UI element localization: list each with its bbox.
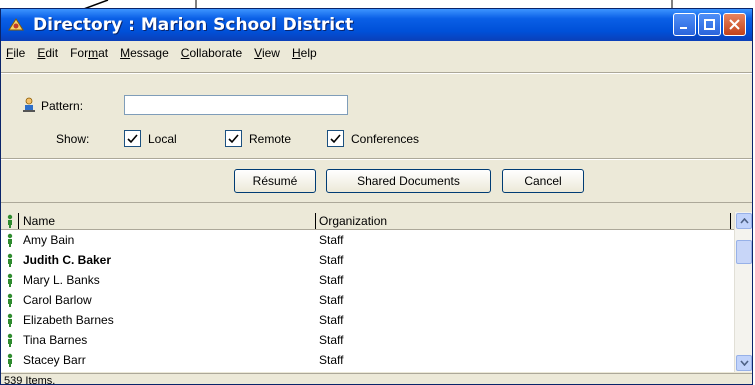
chevron-up-icon (739, 218, 749, 224)
list-item[interactable]: Judith C. Baker Staff (1, 250, 734, 270)
close-button[interactable] (723, 13, 746, 36)
resume-button[interactable]: Résumé (234, 169, 316, 193)
vertical-scrollbar[interactable] (734, 212, 752, 372)
conferences-checkbox[interactable]: Conferences (327, 130, 419, 147)
column-header-name[interactable]: Name (23, 212, 55, 229)
person-icon (7, 233, 13, 247)
menu-format[interactable]: Format (69, 46, 109, 60)
person-icon (7, 273, 13, 287)
menu-help[interactable]: Help (291, 46, 318, 60)
minimize-icon (680, 27, 687, 29)
person-icon (7, 353, 13, 367)
list-item[interactable]: Amy Bain Staff (1, 230, 734, 250)
person-name: Stacey Barr (23, 353, 86, 367)
check-icon (330, 134, 341, 144)
person-name: Amy Bain (23, 233, 75, 247)
scroll-up-button[interactable] (736, 213, 752, 229)
directory-window: Directory : Marion School District File … (0, 8, 753, 385)
person-name: Carol Barlow (23, 293, 92, 307)
show-row: Show: Local Remote Conferences (1, 128, 752, 150)
scroll-down-button[interactable] (736, 355, 752, 371)
menu-edit[interactable]: Edit (36, 46, 59, 60)
menu-file[interactable]: File (5, 46, 26, 60)
cancel-button[interactable]: Cancel (502, 169, 584, 193)
person-status-header-icon (7, 214, 13, 228)
minimize-button[interactable] (673, 13, 696, 36)
check-icon (127, 134, 138, 144)
menu-message[interactable]: Message (119, 46, 170, 60)
person-organization: Staff (319, 233, 344, 247)
divider (1, 73, 752, 74)
conferences-checkbox-label: Conferences (351, 131, 420, 146)
window-title: Directory : Marion School District (33, 15, 354, 35)
person-icon (7, 253, 13, 267)
person-icon (7, 333, 13, 347)
checkbox-box (327, 130, 344, 147)
shared-documents-button[interactable]: Shared Documents (326, 169, 491, 193)
column-divider[interactable] (730, 213, 731, 229)
pattern-row: Pattern: (1, 95, 752, 117)
column-divider[interactable] (315, 213, 316, 229)
pattern-label: Pattern: (41, 99, 84, 113)
divider (1, 202, 752, 203)
pattern-input[interactable] (124, 95, 348, 115)
menu-bar: File Edit Format Message Collaborate Vie… (1, 41, 752, 65)
checkbox-box (124, 130, 141, 147)
person-organization: Staff (319, 353, 344, 367)
list-item[interactable]: Carol Barlow Staff (1, 290, 734, 310)
menu-view[interactable]: View (253, 46, 281, 60)
action-buttons: Résumé Shared Documents Cancel (1, 169, 752, 193)
list-item[interactable]: Mary L. Banks Staff (1, 270, 734, 290)
remote-checkbox[interactable]: Remote (225, 130, 291, 147)
checkbox-box (225, 130, 242, 147)
list-rows: Amy Bain Staff Judith C. Baker Staff Mar… (1, 230, 734, 370)
list-item[interactable]: Elizabeth Barnes Staff (1, 310, 734, 330)
check-icon (228, 134, 239, 144)
local-checkbox[interactable]: Local (124, 130, 177, 147)
person-icon (7, 293, 13, 307)
person-organization: Staff (319, 273, 344, 287)
maximize-icon (704, 19, 715, 30)
person-name: Tina Barnes (23, 333, 88, 347)
person-organization: Staff (319, 293, 344, 307)
scrollbar-thumb[interactable] (736, 240, 752, 264)
person-name: Elizabeth Barnes (23, 313, 114, 327)
menu-collaborate[interactable]: Collaborate (180, 46, 243, 60)
local-checkbox-label: Local (148, 131, 177, 146)
person-organization: Staff (319, 313, 344, 327)
title-bar[interactable]: Directory : Marion School District (1, 9, 752, 41)
person-name: Mary L. Banks (23, 273, 100, 287)
person-name: Judith C. Baker (23, 253, 112, 267)
maximize-button[interactable] (698, 13, 721, 36)
list-header: Name Organization (1, 212, 734, 230)
close-icon (729, 19, 740, 30)
person-organization: Staff (319, 333, 344, 347)
chevron-down-icon (739, 360, 749, 366)
person-organization: Staff (319, 253, 344, 267)
list-item[interactable]: Tina Barnes Staff (1, 330, 734, 350)
show-label: Show: (56, 132, 90, 146)
status-bar: 539 Items. (1, 373, 752, 385)
column-divider[interactable] (18, 213, 19, 229)
person-icon (7, 313, 13, 327)
person-search-icon (23, 97, 35, 112)
directory-app-icon (8, 18, 24, 31)
column-header-organization[interactable]: Organization (319, 212, 387, 229)
list-item[interactable]: Stacey Barr Staff (1, 350, 734, 370)
divider (1, 159, 752, 160)
remote-checkbox-label: Remote (249, 131, 292, 146)
item-count: 539 Items. (4, 374, 56, 385)
directory-list: Name Organization Amy Bain Staff Judith … (1, 212, 752, 372)
